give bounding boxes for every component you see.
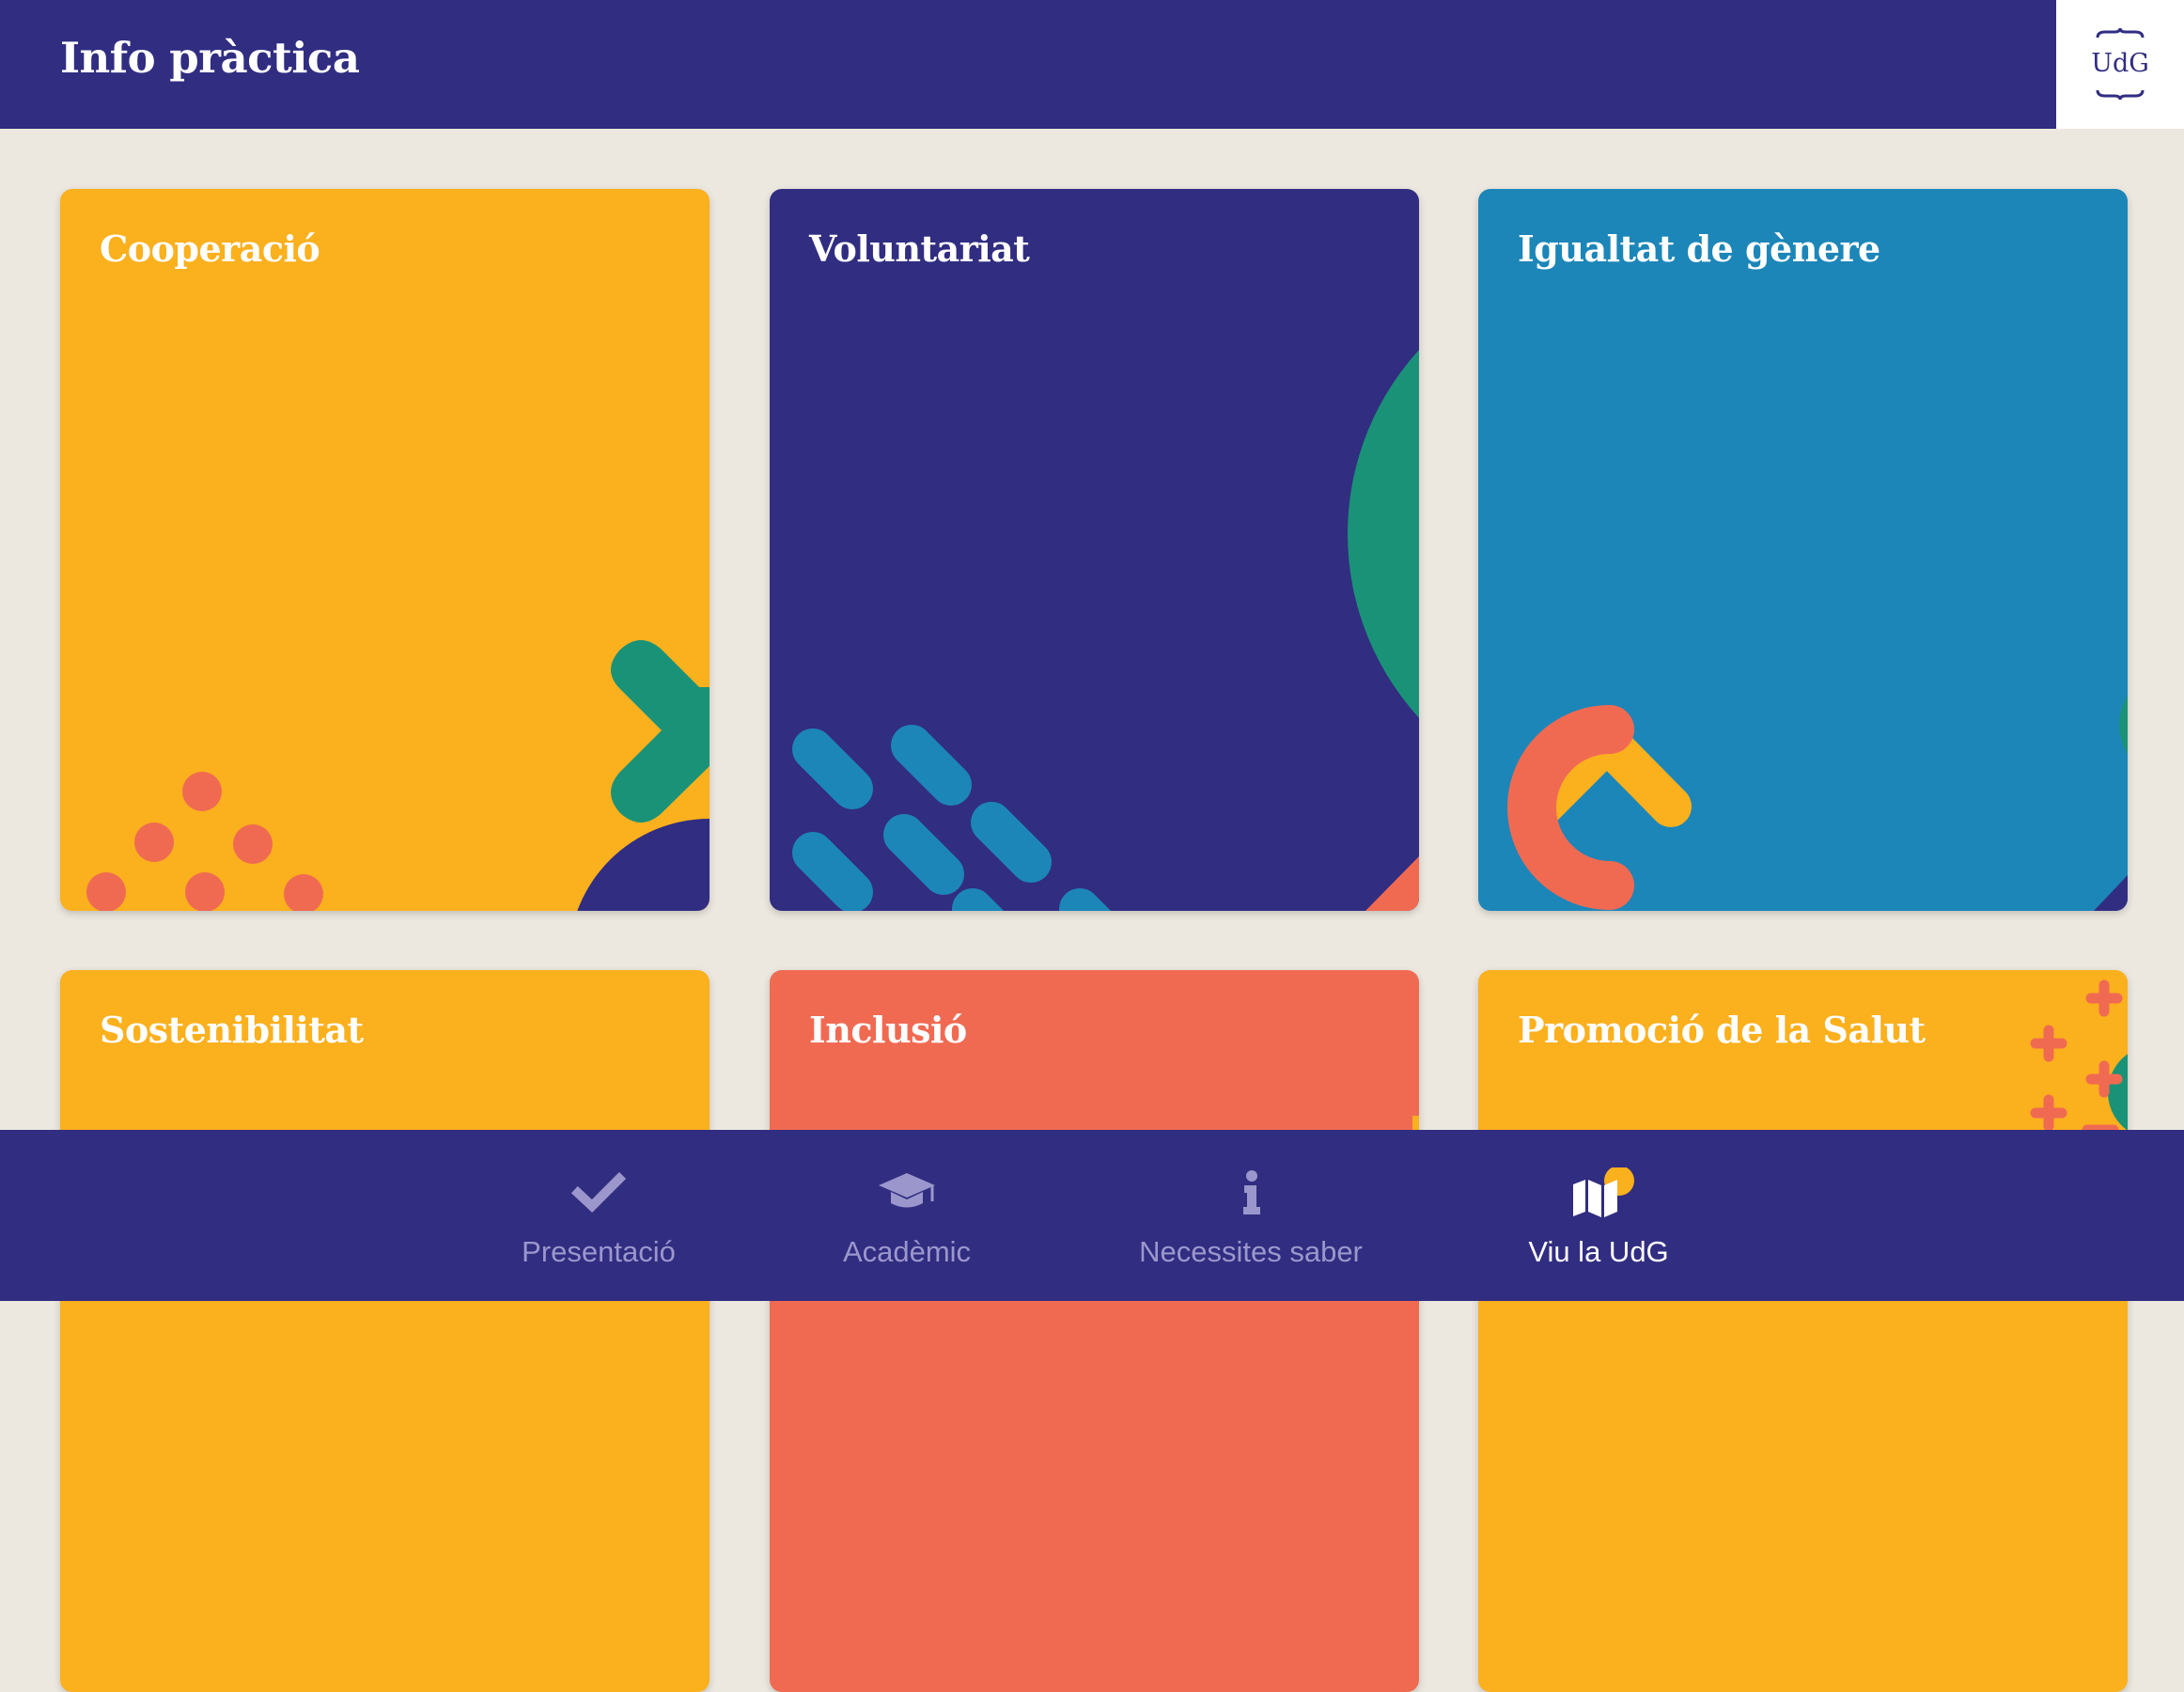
card-sostenibilitat[interactable]: Sostenibilitat [60,970,710,1692]
card-title: Igualtat de gènere [1518,227,1880,270]
card-voluntariat[interactable]: Voluntariat [770,189,1419,911]
nav-label: Acadèmic [842,1235,972,1268]
nav-item-viu-la-udg[interactable]: Viu la UdG [1458,1130,1739,1301]
card-cooperacio[interactable]: Cooperació [60,189,710,911]
nav-item-necessites-saber[interactable]: Necessites saber [1110,1130,1392,1301]
card-promocio-de-la-salut[interactable]: Promoció de la Salut [1478,970,2128,1692]
card-decoration [1507,695,2128,911]
nav-item-presentacio[interactable]: Presentació [458,1130,740,1301]
card-decoration [2030,979,2128,1136]
nav-label: Necessites saber [1139,1235,1363,1268]
bottom-navigation: Presentació Acadèmic Necessites saber Vi… [0,1130,2184,1301]
logo-text: UdG [2091,49,2149,78]
nav-label: Presentació [522,1235,676,1268]
card-inclusio[interactable]: Inclusió [770,970,1419,1692]
card-decoration [792,350,1419,911]
card-title: Voluntariat [809,227,1030,270]
map-icon [1573,1167,1634,1217]
card-title: Cooperació [100,227,320,270]
nav-item-academic[interactable]: Acadèmic [766,1130,1048,1301]
card-decoration [86,640,710,911]
graduation-cap-icon [879,1173,935,1208]
app-header: Info pràctica UdG [0,0,2184,129]
card-decoration [1412,1116,1419,1135]
check-icon [570,1171,627,1213]
page-title: Info pràctica [60,33,360,83]
card-title: Inclusió [809,1009,967,1051]
card-title: Sostenibilitat [100,1009,364,1051]
info-icon [1243,1170,1260,1214]
card-title: Promoció de la Salut [1518,1009,1926,1051]
nav-label: Viu la UdG [1528,1235,1669,1268]
udg-logo[interactable]: UdG [2056,0,2184,129]
card-igualtat-de-genere[interactable]: Igualtat de gènere [1478,189,2128,911]
